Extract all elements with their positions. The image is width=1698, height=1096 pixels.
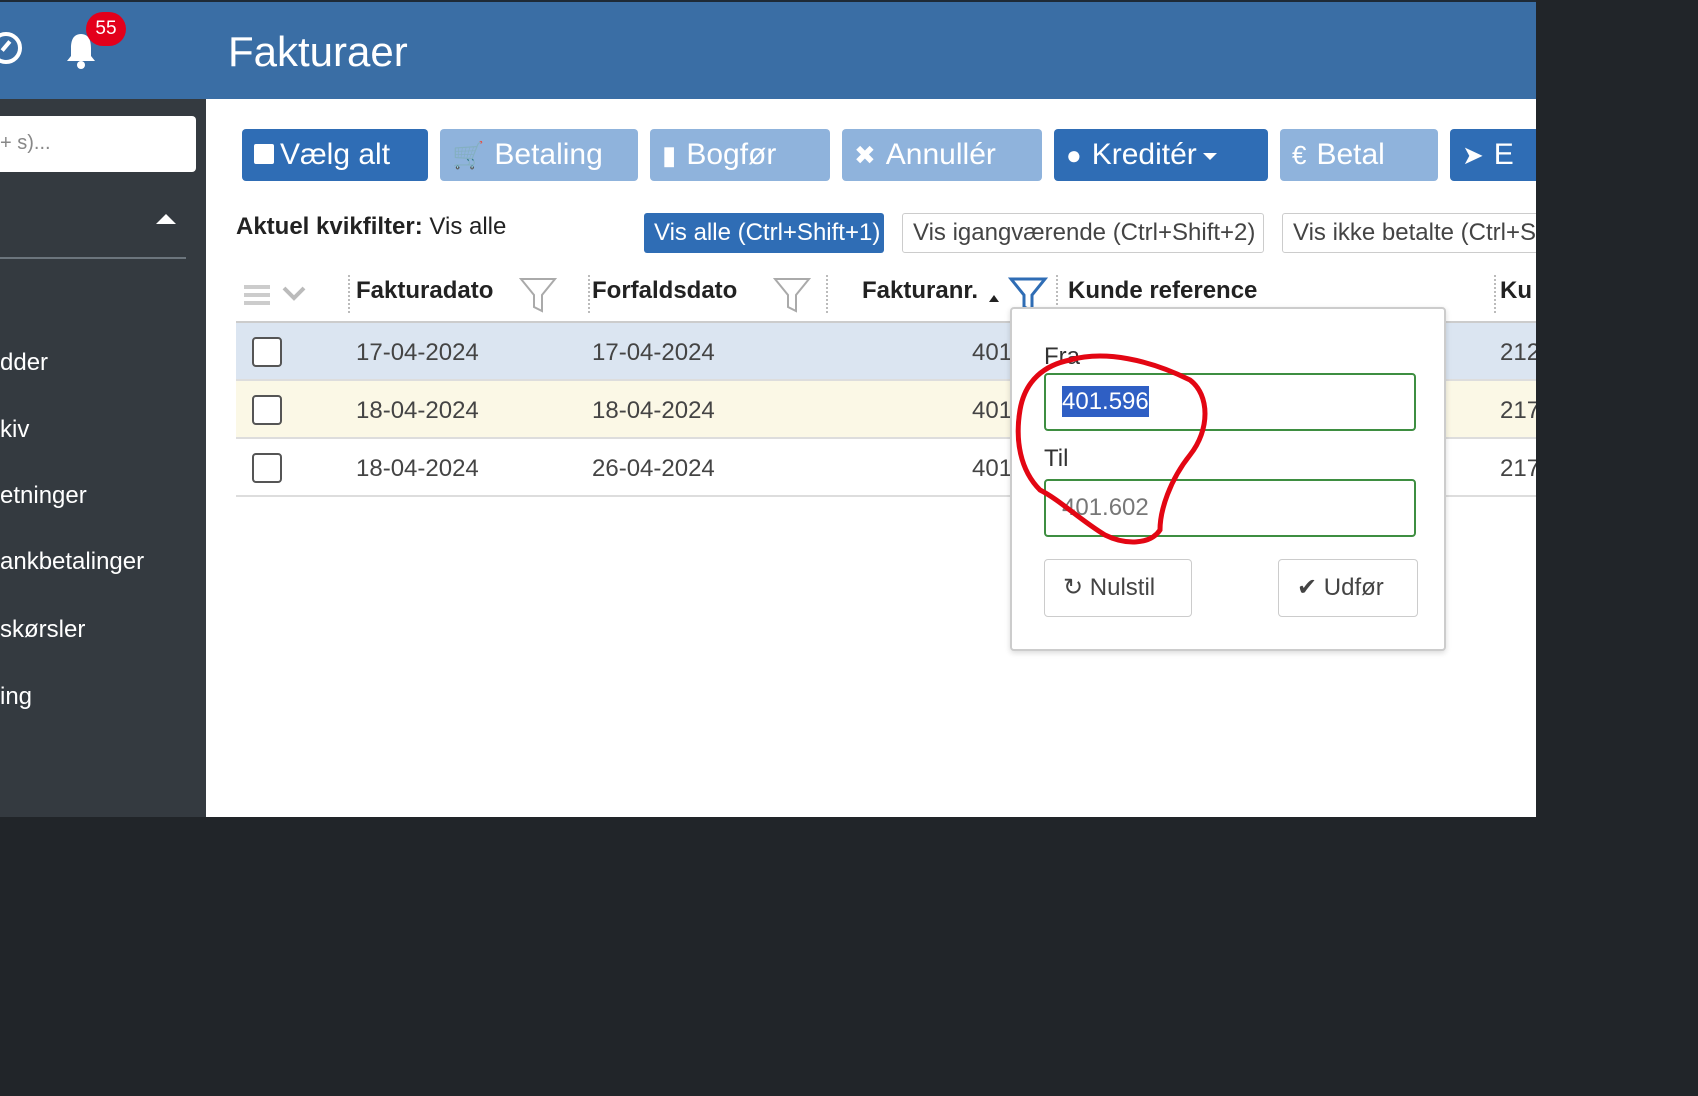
cell-customer: 217 — [1500, 455, 1536, 482]
column-separator — [826, 275, 828, 313]
cart-icon: 🛒 — [452, 140, 485, 170]
sidebar-item[interactable]: ankbetalinger — [0, 548, 144, 576]
page-title: Fakturaer — [228, 28, 408, 75]
cell-invoice-number: 401 — [972, 455, 1013, 482]
cell-due-date: 18-04-2024 — [592, 397, 715, 424]
column-customer[interactable]: Ku — [1500, 277, 1532, 305]
credit-button[interactable]: ● Kreditér — [1054, 129, 1268, 181]
filter-icon[interactable] — [772, 275, 812, 315]
post-button[interactable]: ▮ Bogfør — [650, 129, 830, 181]
from-label: Fra — [1044, 343, 1080, 370]
euro-icon: € — [1292, 140, 1307, 170]
caret-up-icon — [156, 214, 176, 224]
from-input[interactable]: 401.596 — [1044, 373, 1416, 431]
list-icon[interactable] — [244, 283, 270, 307]
piggy-bank-icon: ● — [1066, 140, 1082, 170]
to-value: 401.602 — [1062, 494, 1149, 521]
caret-down-icon — [1202, 152, 1217, 160]
cell-invoice-date: 17-04-2024 — [356, 339, 479, 366]
filter-icon[interactable] — [518, 275, 558, 315]
cell-invoice-date: 18-04-2024 — [356, 397, 479, 424]
sidebar-collapse-toggle[interactable] — [0, 199, 186, 259]
column-separator — [588, 275, 590, 313]
from-value: 401.596 — [1062, 386, 1149, 417]
quickfilter-all[interactable]: Vis alle (Ctrl+Shift+1) — [644, 213, 884, 253]
sidebar-item[interactable]: kiv — [0, 416, 29, 444]
cell-invoice-date: 18-04-2024 — [356, 455, 479, 482]
app-window: 55 Fakturaer + s)... dder kiv etninger a… — [0, 0, 1536, 817]
cell-due-date: 26-04-2024 — [592, 455, 715, 482]
column-invoice-number[interactable]: Fakturanr. — [862, 277, 978, 305]
sidebar-item[interactable]: dder — [0, 349, 48, 377]
apply-button[interactable]: ✔ Udfør — [1278, 559, 1418, 617]
select-all-button[interactable]: Vælg alt — [242, 129, 428, 181]
checkbox-icon — [254, 144, 274, 165]
column-separator — [1494, 275, 1496, 313]
book-icon: ▮ — [662, 140, 677, 170]
cell-invoice-number: 401 — [972, 339, 1013, 366]
reset-button[interactable]: ↻ Nulstil — [1044, 559, 1192, 617]
notification-badge: 55 — [86, 12, 126, 46]
dashboard-icon[interactable] — [0, 32, 22, 64]
row-checkbox[interactable] — [252, 395, 282, 425]
top-bar: 55 Fakturaer — [0, 0, 1536, 99]
sidebar-item[interactable]: etninger — [0, 482, 87, 510]
sidebar-search-input[interactable]: + s)... — [0, 116, 196, 172]
payment-button[interactable]: 🛒 Betaling — [440, 129, 638, 181]
cell-customer: 217 — [1500, 397, 1536, 424]
sort-ascending-icon[interactable] — [988, 293, 1000, 303]
sidebar-item[interactable]: ing — [0, 683, 32, 711]
column-customer-reference[interactable]: Kunde reference — [1068, 277, 1257, 305]
pay-button[interactable]: € Betal — [1280, 129, 1438, 181]
check-icon: ✔ — [1297, 574, 1318, 601]
quickfilter-unpaid[interactable]: Vis ikke betalte (Ctrl+S — [1282, 213, 1536, 253]
quickfilter-status: Aktuel kvikfilter: Vis alle — [236, 213, 507, 240]
cell-due-date: 17-04-2024 — [592, 339, 715, 366]
sidebar-item[interactable]: skørsler — [0, 616, 85, 644]
to-input[interactable]: 401.602 — [1044, 479, 1416, 537]
to-label: Til — [1044, 445, 1069, 472]
refresh-icon: ↻ — [1063, 574, 1084, 601]
range-filter-popover: Fra 401.596 Til 401.602 ↻ Nulstil ✔ Udfø… — [1010, 307, 1446, 651]
chevron-down-icon[interactable] — [282, 285, 306, 301]
row-checkbox[interactable] — [252, 337, 282, 367]
quickfilter-in-progress[interactable]: Vis igangværende (Ctrl+Shift+2) — [902, 213, 1264, 253]
cell-customer: 212 — [1500, 339, 1536, 366]
sidebar: + s)... dder kiv etninger ankbetalinger … — [0, 99, 206, 817]
cell-invoice-number: 401 — [972, 397, 1013, 424]
send-button[interactable]: ➤ E — [1450, 129, 1536, 181]
row-checkbox[interactable] — [252, 453, 282, 483]
column-invoice-date[interactable]: Fakturadato — [356, 277, 493, 305]
column-separator — [348, 275, 350, 313]
send-icon: ➤ — [1462, 140, 1484, 170]
cancel-button[interactable]: ✖ Annullér — [842, 129, 1042, 181]
column-due-date[interactable]: Forfaldsdato — [592, 277, 737, 305]
toolbar: Vælg alt 🛒 Betaling ▮ Bogfør ✖ Annullér ● Kr… — [242, 129, 1536, 181]
x-icon: ✖ — [854, 140, 876, 170]
